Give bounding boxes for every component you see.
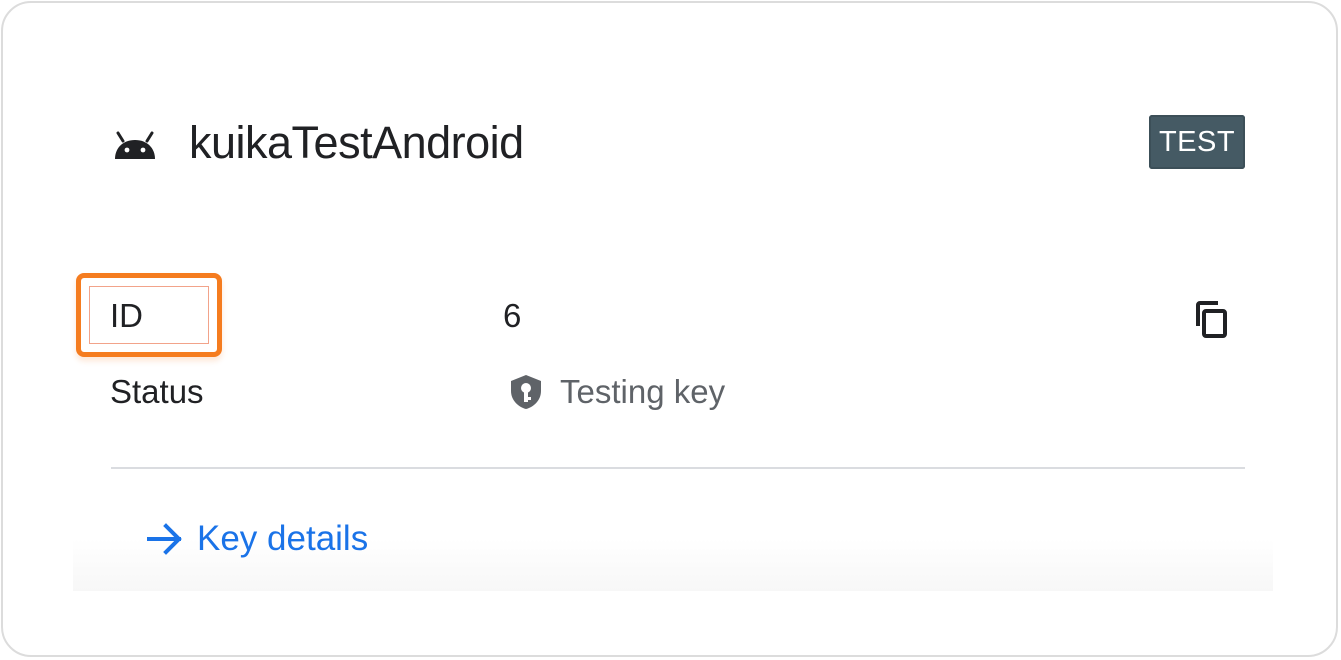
api-key-card: kuikaTestAndroid TEST ID 6 Status Testin… — [73, 73, 1273, 591]
app-name: kuikaTestAndroid — [189, 117, 524, 168]
environment-badge: TEST — [1149, 115, 1245, 169]
id-value: 6 — [503, 297, 522, 334]
copy-icon[interactable] — [1193, 299, 1233, 339]
status-value: Testing key — [560, 373, 726, 410]
id-label-highlight — [76, 273, 222, 357]
divider — [111, 467, 1245, 469]
arrow-right-icon — [147, 523, 182, 555]
shield-key-icon — [511, 375, 541, 409]
key-details-link[interactable]: Key details — [145, 517, 368, 561]
android-icon — [115, 131, 155, 159]
status-label: Status — [110, 373, 204, 410]
key-details-label: Key details — [197, 519, 369, 558]
id-label: ID — [110, 297, 143, 334]
id-label-highlight-inner — [89, 286, 209, 344]
screenshot-frame: kuikaTestAndroid TEST ID 6 Status Testin… — [1, 1, 1338, 657]
